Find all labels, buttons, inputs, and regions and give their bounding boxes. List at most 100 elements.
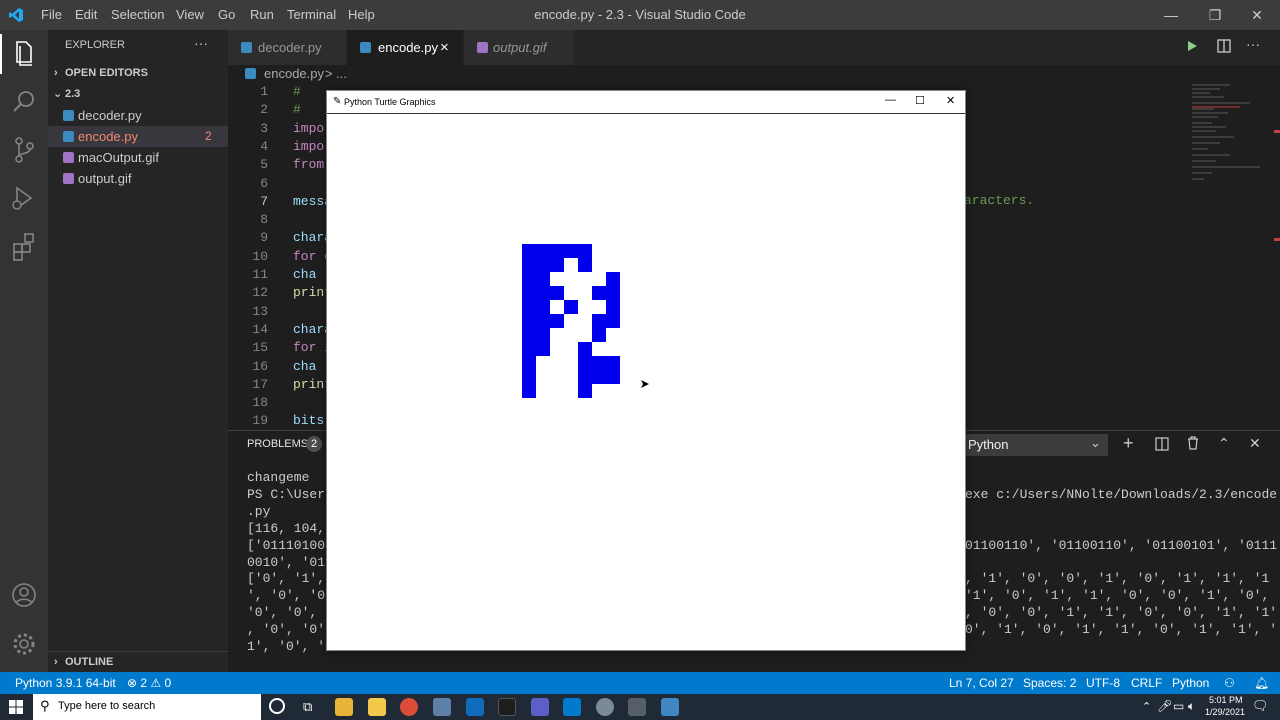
close-window-icon[interactable]: ✕ xyxy=(1234,0,1280,30)
python-taskbar-icon[interactable] xyxy=(661,698,679,716)
chrome-icon[interactable] xyxy=(400,698,418,716)
turtle-pixel xyxy=(592,286,606,300)
search-icon[interactable] xyxy=(0,78,48,126)
breadcrumb-symbols[interactable]: ... xyxy=(336,66,347,81)
tab-decoder-py[interactable]: decoder.py xyxy=(228,30,346,65)
run-file-icon[interactable] xyxy=(1184,38,1200,54)
terminal-line: ['01110100' xyxy=(247,537,333,553)
extensions-icon[interactable] xyxy=(0,222,48,270)
file-output-gif[interactable]: output.gif xyxy=(48,168,228,189)
menu-file[interactable]: File xyxy=(41,7,62,22)
store-icon[interactable] xyxy=(368,698,386,716)
menu-selection[interactable]: Selection xyxy=(111,7,164,22)
chevron-down-icon: ⌄ xyxy=(53,88,63,100)
menu-edit[interactable]: Edit xyxy=(75,7,97,22)
maximize-icon[interactable]: ☐ xyxy=(915,94,925,107)
outline-section[interactable]: › OUTLINE xyxy=(48,651,228,672)
code-line[interactable]: impo xyxy=(293,139,324,154)
action-center-icon[interactable]: 🗨︎ xyxy=(1252,698,1269,714)
network-icon[interactable]: ▭ xyxy=(1173,699,1184,713)
app-icon[interactable] xyxy=(596,698,614,716)
minimize-icon[interactable]: — xyxy=(1148,0,1194,30)
turtle-pixel xyxy=(536,244,550,258)
python-file-icon xyxy=(63,110,74,121)
volume-icon[interactable]: 🔈︎ xyxy=(1188,699,1195,714)
cursor-position[interactable]: Ln 7, Col 27 xyxy=(949,676,1014,690)
file-explorer-icon[interactable] xyxy=(335,698,353,716)
turtle-canvas[interactable] xyxy=(329,115,963,648)
close-tab-icon[interactable]: × xyxy=(440,30,449,65)
minimap[interactable] xyxy=(1190,82,1268,192)
code-line[interactable]: bits xyxy=(293,413,324,428)
tray-up-icon[interactable]: ⌃ xyxy=(1142,700,1151,713)
breadcrumb-file[interactable]: encode.py xyxy=(264,66,324,81)
code-line[interactable]: from xyxy=(293,157,324,172)
code-line[interactable]: cha xyxy=(293,359,316,374)
accounts-icon[interactable] xyxy=(0,571,48,619)
minimize-icon[interactable]: — xyxy=(885,94,896,106)
tab-problems[interactable]: PROBLEMS xyxy=(247,438,308,450)
settings-icon[interactable] xyxy=(628,698,646,716)
explorer-icon[interactable] xyxy=(0,30,48,78)
clock-time[interactable]: 5:01 PM xyxy=(1209,695,1243,705)
line7-comment-tail: aracters. xyxy=(964,193,1035,208)
run-debug-icon[interactable] xyxy=(0,174,48,222)
language-mode[interactable]: Python xyxy=(1172,676,1209,690)
python-interpreter[interactable]: Python 3.9.1 64-bit xyxy=(15,676,116,690)
maximize-panel-icon[interactable]: ⌃ xyxy=(1218,435,1230,452)
indentation[interactable]: Spaces: 2 xyxy=(1023,676,1076,690)
code-line[interactable]: # xyxy=(293,84,301,99)
code-line[interactable]: cha xyxy=(293,267,316,282)
turtle-pixel xyxy=(536,328,550,342)
task-view-icon[interactable]: ⧉ xyxy=(303,699,312,715)
app-icon[interactable] xyxy=(433,698,451,716)
microphone-icon[interactable]: 🎤︎ xyxy=(1157,699,1172,713)
menu-help[interactable]: Help xyxy=(348,7,375,22)
turtle-pixel xyxy=(578,342,592,356)
editor-more-icon[interactable]: ··· xyxy=(1246,36,1260,52)
split-terminal-icon[interactable] xyxy=(1155,437,1169,451)
turtle-pixel xyxy=(522,314,536,328)
file-encode-py[interactable]: encode.py 2 xyxy=(48,126,228,147)
turtle-pixel xyxy=(536,286,550,300)
outlook-icon[interactable] xyxy=(466,698,484,716)
encoding[interactable]: UTF-8 xyxy=(1086,676,1120,690)
line-ending[interactable]: CRLF xyxy=(1131,676,1162,690)
terminal-app-icon[interactable] xyxy=(498,698,516,716)
gear-icon[interactable] xyxy=(0,620,48,668)
notifications-icon[interactable]: 🔔︎ xyxy=(1254,676,1269,690)
new-terminal-icon[interactable]: + xyxy=(1123,433,1134,454)
folder-2-3[interactable]: ⌄ 2.3 xyxy=(48,84,228,105)
vscode-taskbar-icon[interactable] xyxy=(563,698,581,716)
file-macoutput-gif[interactable]: macOutput.gif xyxy=(48,147,228,168)
clock-date[interactable]: 1/29/2021 xyxy=(1205,707,1245,717)
trash-icon[interactable] xyxy=(1186,436,1200,450)
feedback-icon[interactable]: ⚇ xyxy=(1224,676,1235,690)
menu-view[interactable]: View xyxy=(176,7,204,22)
menu-go[interactable]: Go xyxy=(218,7,235,22)
turtle-pixel xyxy=(606,286,620,300)
turtle-pixel xyxy=(522,370,536,384)
restore-icon[interactable]: ❐ xyxy=(1192,0,1238,30)
more-actions-icon[interactable]: ··· xyxy=(194,35,208,51)
split-editor-icon[interactable] xyxy=(1216,38,1232,54)
teams-icon[interactable] xyxy=(531,698,549,716)
tab-encode-py[interactable]: encode.py × xyxy=(347,30,463,65)
menu-run[interactable]: Run xyxy=(250,7,274,22)
terminal-select[interactable]: Python ⌄ xyxy=(964,434,1108,456)
close-icon[interactable]: ✕ xyxy=(946,94,955,107)
file-decoder-py[interactable]: decoder.py xyxy=(48,105,228,126)
open-editors-section[interactable]: › OPEN EDITORS xyxy=(48,63,228,84)
errors-status[interactable]: ⊗ 2 ⚠ 0 xyxy=(127,676,171,690)
windows-start-icon[interactable] xyxy=(8,699,24,715)
code-line[interactable]: # xyxy=(293,102,301,117)
close-panel-icon[interactable]: ✕ xyxy=(1249,435,1261,452)
turtle-pixel xyxy=(550,314,564,328)
source-control-icon[interactable] xyxy=(0,126,48,174)
code-line[interactable]: impo xyxy=(293,121,324,136)
breadcrumb: encode.py > ... xyxy=(228,65,1280,82)
menu-terminal[interactable]: Terminal xyxy=(287,7,336,22)
tab-output-gif[interactable]: output.gif xyxy=(464,30,574,65)
taskbar-search-input[interactable]: ⚲ Type here to search xyxy=(33,694,261,720)
cortana-icon[interactable] xyxy=(269,698,285,714)
